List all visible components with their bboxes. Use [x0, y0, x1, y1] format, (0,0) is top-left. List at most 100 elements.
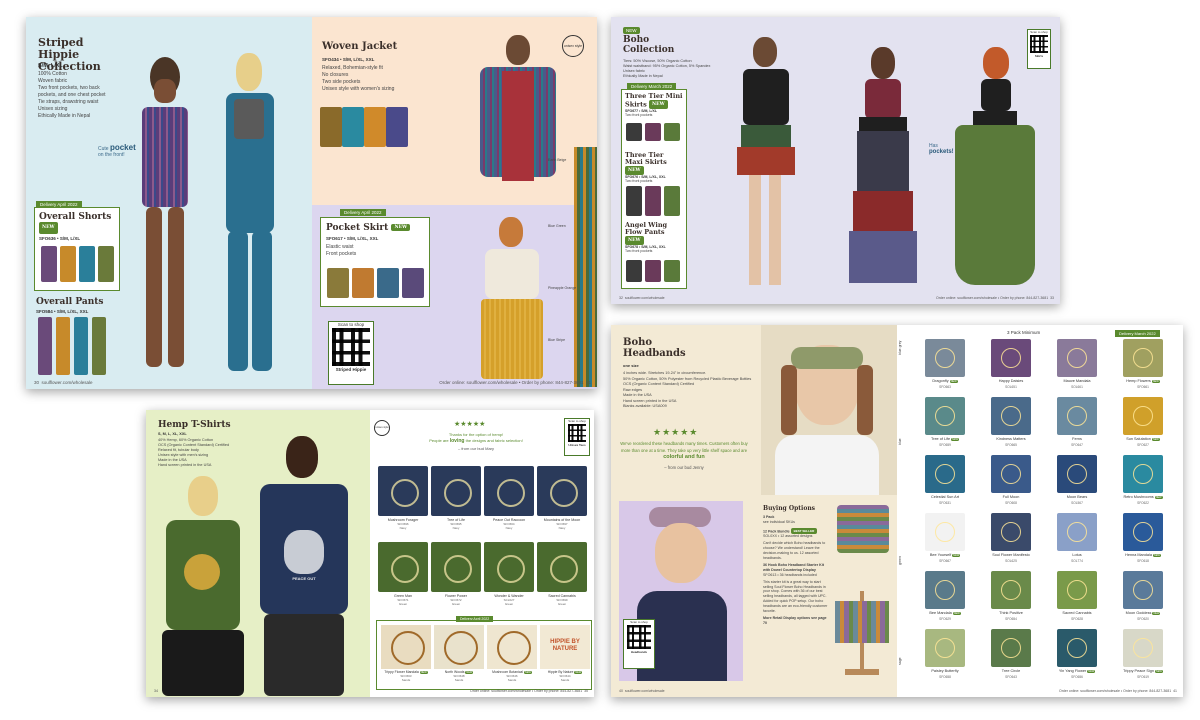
headband-name: Hemp Flowers NEW	[1126, 379, 1160, 383]
jacket-bullets: Relaxed, Bohemian-style fit No closures …	[322, 65, 432, 93]
footer: Order online: soulflower.com/wholesale •…	[470, 689, 588, 693]
tee-color: Navy	[452, 526, 460, 530]
skirt-swatch	[327, 268, 349, 298]
model-pocket-skirt	[477, 217, 547, 387]
headband-sku: SFO659	[939, 443, 951, 447]
headband-sku: SFO619	[1137, 675, 1149, 679]
mini-skirt-swatch	[645, 123, 661, 141]
headband-name: Retro Mushrooms NEW	[1123, 495, 1163, 499]
bullet: Ethically Made in Nepal	[623, 74, 663, 78]
pocket-skirt-box: Pocket Skirt NEW SFO617 • S/M, L/XL, XXL…	[320, 217, 430, 307]
headband-sku: SFO661	[1137, 385, 1149, 389]
tee-color: Navy	[399, 526, 407, 530]
footer: 40 soulflower.com/wholesale	[619, 689, 665, 693]
spread-boho-collection: NEW Boho Collection Tiers: 50% Viscose, …	[611, 17, 1060, 304]
qr-image	[568, 424, 586, 442]
headband-sku: SFO628	[1071, 617, 1083, 621]
headband-image	[1057, 455, 1097, 493]
headband-card: Kindness Matters SFO665	[981, 395, 1041, 451]
qr-code[interactable]: Scan to shop Skirts	[1027, 29, 1051, 69]
bullet: Tie straps, drawstring waist	[38, 99, 99, 105]
headband-image	[991, 455, 1031, 493]
headband-image	[925, 571, 965, 609]
tee-image	[378, 542, 428, 592]
new-tee-grid: Trippy Flower Mandala NEW SFO663 Sands Nort…	[376, 620, 592, 690]
pocket-skirt-panel: Delivery April 2022 Pocket Skirt NEW SFO…	[312, 205, 597, 389]
maxi-skirt-swatch	[645, 186, 661, 216]
headband-name: Trippy Peace Sign NEW	[1123, 669, 1163, 673]
headband-name: Henna Mandala NEW	[1125, 553, 1161, 557]
tee-card: Sacred Cannabis SFO699 Green	[537, 542, 587, 616]
headband-image	[1057, 397, 1097, 435]
sizes: S/M, L/XL	[38, 63, 63, 69]
footer: 32 soulflower.com/wholesale	[619, 296, 665, 300]
new-tee-card: North Woods NEW SFO648 Sands	[434, 625, 484, 687]
unisex-logo: unisex style	[374, 420, 390, 436]
side-label: Pineapple Orange	[548, 286, 577, 290]
bullet: Two side pockets	[322, 79, 361, 85]
headband-name: Bee Mandala NEW	[929, 611, 961, 615]
jacket-swatch	[364, 107, 386, 147]
headband-name: Full Moon	[1002, 495, 1020, 499]
model-maxi-skirt	[843, 47, 923, 299]
tee-color: Sands	[401, 678, 411, 682]
pants-title: Overall Pants	[36, 297, 104, 307]
new-tee-card: Mushroom Botanical NEW SFO646 Sands	[487, 625, 537, 687]
headband-name: Sun Salutation NEW	[1126, 437, 1160, 441]
qr-code[interactable]: Scan to shop Unisex Tees	[564, 418, 590, 456]
testimonial: Thanks for the option of hemp! People ar…	[429, 432, 523, 451]
headband-image	[1123, 339, 1163, 377]
item-mini-skirts: Three Tier Mini Skirts NEW SFO677 • S/M,…	[625, 92, 683, 117]
qr-code[interactable]: Scan to shop Striped Hippie	[328, 321, 374, 385]
jacket-swatch	[386, 107, 408, 147]
buying-options: 3 Pack see individual SKUs 12 Pack Bundl…	[763, 515, 828, 626]
headband-image	[925, 629, 965, 667]
page-title: Boho Collection	[623, 35, 675, 55]
lifestyle-photo: Scan to shop Headbands	[619, 501, 743, 681]
headband-sku: SOL651	[1005, 385, 1017, 389]
qr-image	[1030, 35, 1048, 53]
headband-image	[1123, 455, 1163, 493]
footer: Order online: soulflower.com/wholesale •…	[439, 380, 591, 385]
tee-image	[537, 542, 587, 592]
bullet-list: 100% Cotton Woven fabric Two front pocke…	[38, 71, 110, 120]
stars: ★★★★★	[454, 421, 486, 428]
headband-image	[991, 397, 1031, 435]
headband-sku: SOL567	[1071, 501, 1083, 505]
headband-card: Lotus SOL774	[1047, 511, 1107, 567]
tee-card: Peace Out Raccoon SFO664 Navy	[484, 466, 534, 540]
model-striped-overalls	[126, 57, 206, 387]
headband-name: Tree Circle	[1001, 669, 1021, 673]
headband-card: Full Moon SFO608	[981, 453, 1041, 509]
tee-color: Green	[504, 602, 514, 606]
headband-card: Mauve Mandala SOL661	[1047, 337, 1107, 393]
tee-image	[431, 542, 481, 592]
tee-image	[434, 625, 484, 669]
tee-image	[484, 466, 534, 516]
qr-code[interactable]: Scan to shop Headbands	[623, 619, 655, 669]
bullet: Two front pockets, two back pockets, and…	[38, 85, 106, 98]
headband-sku: SFO629	[939, 617, 951, 621]
shorts-swatch	[41, 246, 57, 282]
skirt-title: Pocket Skirt NEW	[326, 223, 411, 233]
side-label: blue grey	[898, 340, 902, 355]
headband-image	[1057, 513, 1097, 551]
headband-image	[1123, 571, 1163, 609]
tee-card: Tree of Life SFO695 Navy	[431, 466, 481, 540]
pants-swatch	[664, 260, 680, 282]
page-title: Hemp T-Shirts	[158, 420, 231, 430]
headband-card: Tree of Life NEW SFO659	[915, 395, 975, 451]
bullet-list: Tiers: 50% Viscose, 50% Organic Cotton W…	[623, 59, 733, 79]
model-headband	[761, 325, 897, 495]
headband-card: Tree Circle SFO643	[981, 627, 1041, 683]
headband-sku: SFO618	[1137, 559, 1149, 563]
headband-name: Celestial Sun Art	[930, 495, 960, 499]
tee-color: Green	[451, 602, 461, 606]
headband-card: Paisley Butterfly SFO658	[915, 627, 975, 683]
headband-image	[991, 339, 1031, 377]
side-label: Earth Beige	[548, 158, 567, 162]
model-navy-tee: PEACE OUT	[250, 430, 360, 696]
product-box: Three Tier Mini Skirts NEW SFO677 • S/M,…	[621, 89, 687, 289]
headband-card: Yin Yang Flower NEW SFO656	[1047, 627, 1107, 683]
bullet: Front pockets	[326, 251, 357, 257]
